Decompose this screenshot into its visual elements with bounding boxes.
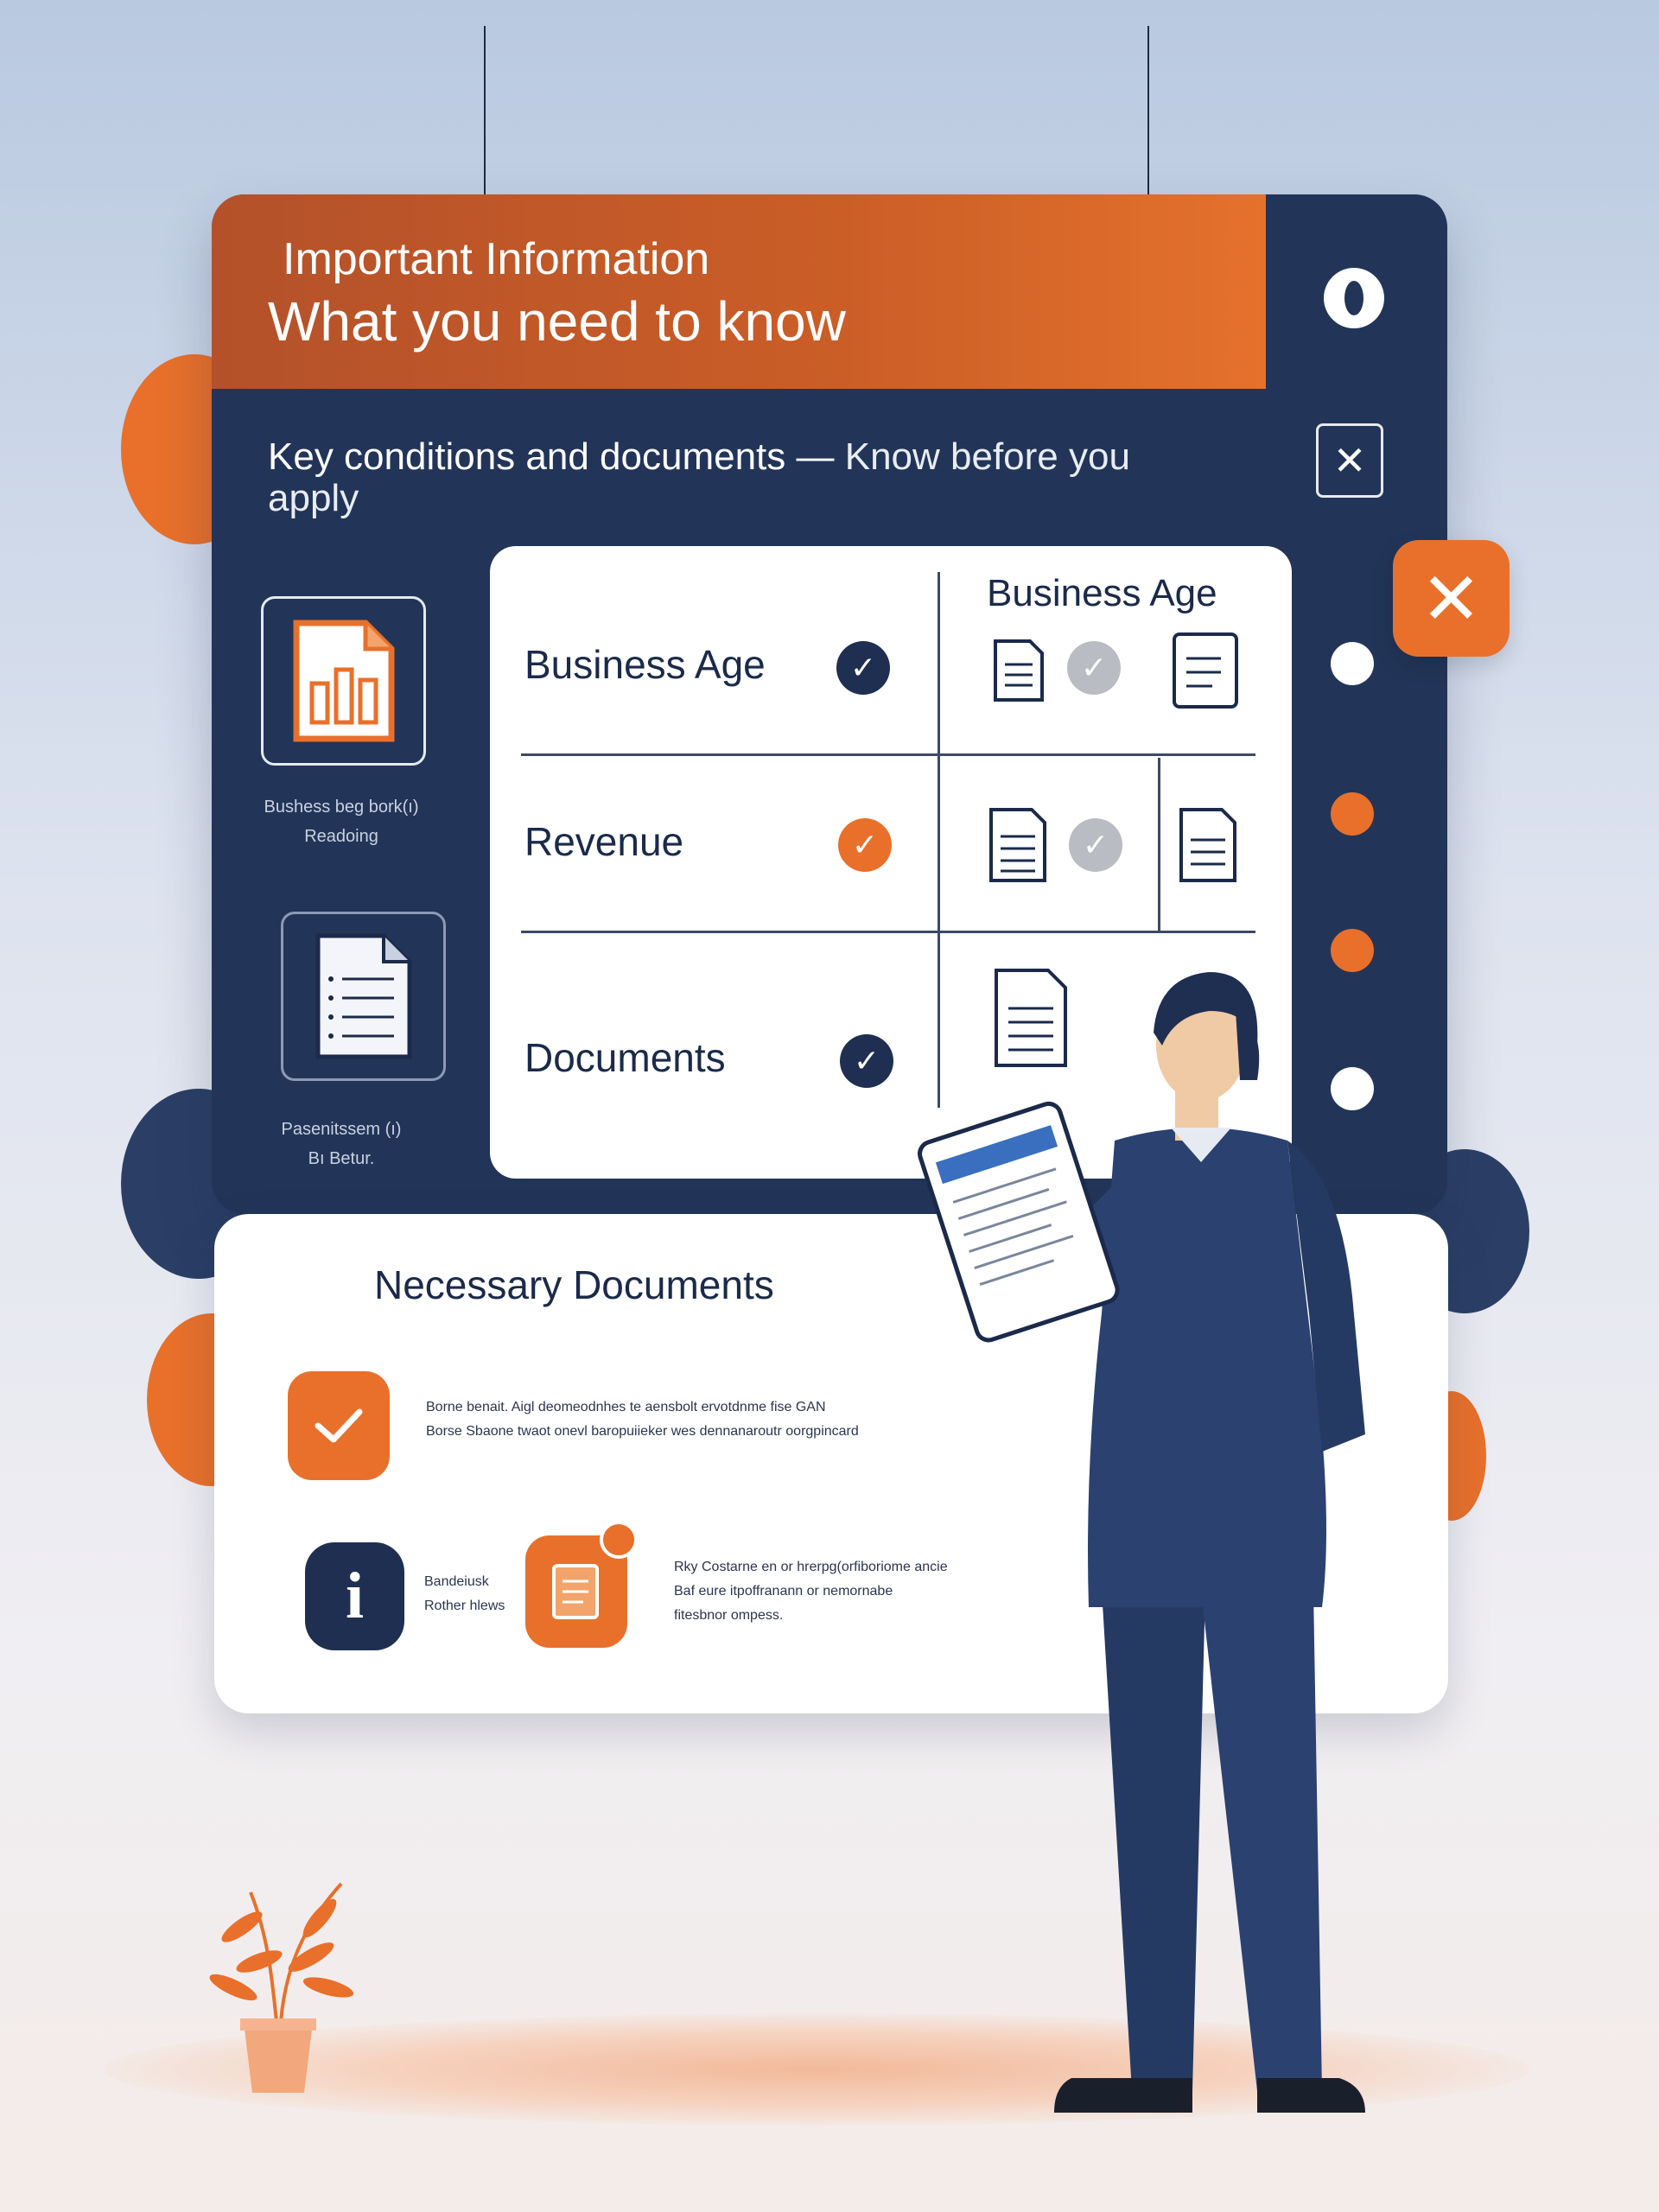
hanging-wire-left: [484, 26, 486, 199]
row-label-business-age: Business Age: [524, 642, 766, 687]
pending-check-icon[interactable]: ✓: [1069, 818, 1122, 872]
side-tile-checklist-caption: Pasenitssem (ı) Bı Betur.: [281, 1120, 402, 1168]
rail-dot-2[interactable]: [1331, 792, 1374, 836]
potted-plant-illustration: [209, 1882, 354, 2093]
orange-close-button[interactable]: ✕: [1393, 540, 1510, 657]
row-label-documents: Documents: [524, 1035, 726, 1080]
check-icon[interactable]: ✓: [838, 818, 892, 872]
document-icon: [994, 639, 1044, 702]
side-tile-chart-caption: Bushess beg bork(ı) Readoing: [264, 798, 419, 846]
bar-chart-document-icon: [293, 620, 394, 742]
orange-check-button[interactable]: [288, 1371, 390, 1480]
businessman-illustration: [918, 972, 1365, 2113]
checklist-document-icon: [315, 933, 411, 1059]
header-subtitle: Important Information: [283, 234, 710, 284]
rail-dot-1[interactable]: [1331, 642, 1374, 685]
section-subheading: Key conditions and documents — Know befo…: [268, 436, 1175, 519]
pending-check-icon[interactable]: ✓: [1067, 641, 1121, 695]
check-icon[interactable]: ✓: [836, 641, 890, 695]
document-icon: [1173, 632, 1238, 709]
divider-horizontal-1: [521, 753, 1255, 756]
doc-item-2-text: Rky Costarne en or hrerpg(orfiboriome an…: [674, 1560, 948, 1623]
document-icon: [989, 808, 1046, 882]
header-title: What you need to know: [268, 290, 846, 353]
checkmark-icon: [315, 1408, 363, 1443]
doc-item-2-label: Bandeiusk Rother hlews: [424, 1574, 505, 1613]
rail-info-icon[interactable]: [1324, 268, 1384, 328]
divider-vertical-2: [1158, 758, 1160, 931]
divider-horizontal-2: [521, 931, 1255, 933]
side-tile-chart[interactable]: [261, 596, 426, 766]
edit-document-icon: [552, 1564, 599, 1619]
row-label-revenue: Revenue: [524, 819, 684, 864]
info-icon[interactable]: i: [305, 1542, 404, 1650]
side-tile-checklist[interactable]: [281, 912, 446, 1081]
panel-title: Necessary Documents: [374, 1262, 774, 1307]
small-orange-badge: [600, 1521, 638, 1559]
header-banner: Important Information What you need to k…: [212, 194, 1266, 389]
subheading-bold: Key conditions and documents —: [268, 435, 845, 478]
column-header: Business Age: [987, 572, 1217, 614]
check-icon[interactable]: ✓: [840, 1034, 893, 1088]
document-icon: [1179, 808, 1236, 882]
close-icon[interactable]: ✕: [1316, 423, 1383, 498]
hanging-wire-right: [1147, 26, 1149, 199]
doc-item-1-text: Borne benait. Aigl deomeodnhes te aensbo…: [426, 1400, 859, 1439]
